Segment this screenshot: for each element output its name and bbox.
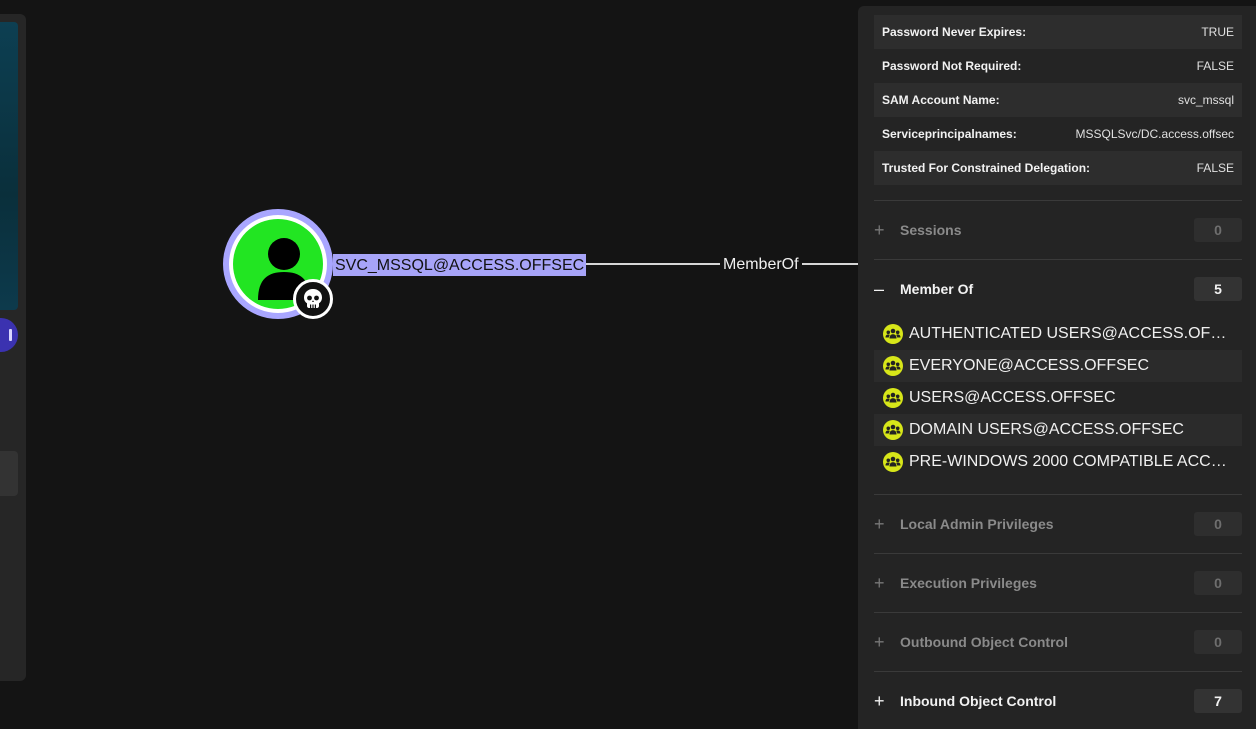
property-value: FALSE: [1196, 59, 1234, 73]
section-local-admin-privileges[interactable]: + Local Admin Privileges 0: [874, 512, 1242, 536]
expand-icon: +: [874, 514, 885, 534]
property-row: Trusted For Constrained Delegation: FALS…: [874, 151, 1242, 185]
section-title: Local Admin Privileges: [900, 516, 1054, 532]
member-of-item[interactable]: PRE-WINDOWS 2000 COMPATIBLE ACCESS@ACCES…: [874, 446, 1242, 478]
property-row: Password Never Expires: TRUE: [874, 15, 1242, 49]
section-title: Outbound Object Control: [900, 634, 1068, 650]
section-title: Execution Privileges: [900, 575, 1037, 591]
section-title: Sessions: [900, 222, 962, 238]
count-badge: 5: [1194, 277, 1242, 301]
member-of-label: DOMAIN USERS@ACCESS.OFFSEC: [909, 421, 1184, 438]
group-icon: [883, 356, 903, 376]
group-icon: [883, 420, 903, 440]
property-key: Trusted For Constrained Delegation:: [882, 161, 1091, 175]
section-title: Inbound Object Control: [900, 693, 1057, 709]
property-key: Serviceprincipalnames:: [882, 127, 1017, 141]
divider: [874, 671, 1242, 672]
section-execution-privileges[interactable]: + Execution Privileges 0: [874, 571, 1242, 595]
group-icon: [883, 388, 903, 408]
expand-icon: +: [874, 220, 885, 240]
expand-icon: +: [874, 573, 885, 593]
property-row: SAM Account Name: svc_mssql: [874, 83, 1242, 117]
count-badge: 7: [1194, 689, 1242, 713]
expand-icon: +: [874, 691, 885, 711]
section-sessions[interactable]: + Sessions 0: [874, 218, 1242, 242]
section-member-of[interactable]: – Member Of 5: [874, 277, 1242, 301]
property-value: svc_mssql: [1177, 93, 1234, 107]
member-of-item[interactable]: EVERYONE@ACCESS.OFFSEC: [874, 350, 1242, 382]
divider: [874, 494, 1242, 495]
search-results-area[interactable]: [0, 22, 18, 310]
member-of-label: AUTHENTICATED USERS@ACCESS.OFFSEC: [909, 325, 1229, 342]
count-badge: 0: [1194, 630, 1242, 654]
node-label[interactable]: SVC_MSSQL@ACCESS.OFFSEC: [333, 254, 587, 276]
count-badge: 0: [1194, 218, 1242, 242]
member-of-label: EVERYONE@ACCESS.OFFSEC: [909, 357, 1149, 374]
member-of-label: USERS@ACCESS.OFFSEC: [909, 389, 1116, 406]
section-title: Member Of: [900, 281, 974, 297]
divider: [874, 259, 1242, 260]
panel-control[interactable]: [0, 451, 18, 496]
property-key: Password Not Required:: [882, 59, 1022, 73]
section-inbound-object-control[interactable]: + Inbound Object Control 7: [874, 689, 1242, 713]
member-of-item[interactable]: DOMAIN USERS@ACCESS.OFFSEC: [874, 414, 1242, 446]
property-key: SAM Account Name:: [882, 93, 1000, 107]
divider: [874, 200, 1242, 201]
property-row: Password Not Required: FALSE: [874, 49, 1242, 83]
property-value: TRUE: [1201, 25, 1234, 39]
skull-icon: [293, 279, 333, 319]
property-value: FALSE: [1196, 161, 1234, 175]
property-row: Serviceprincipalnames: MSSQLSvc/DC.acces…: [874, 117, 1242, 151]
user-node[interactable]: [223, 209, 333, 319]
count-badge: 0: [1194, 512, 1242, 536]
edge-label[interactable]: MemberOf: [720, 255, 802, 275]
property-value: MSSQLSvc/DC.access.offsec: [1075, 127, 1235, 141]
section-outbound-object-control[interactable]: + Outbound Object Control 0: [874, 630, 1242, 654]
group-icon: [883, 324, 903, 344]
expand-icon: +: [874, 632, 885, 652]
count-badge: 0: [1194, 571, 1242, 595]
collapse-icon: –: [874, 279, 885, 299]
divider: [874, 553, 1242, 554]
node-info-panel: Password Never Expires: TRUE Password No…: [858, 6, 1256, 729]
member-of-item[interactable]: USERS@ACCESS.OFFSEC: [874, 382, 1242, 414]
property-key: Password Never Expires:: [882, 25, 1027, 39]
member-of-label: PRE-WINDOWS 2000 COMPATIBLE ACCESS@ACCES…: [909, 453, 1229, 470]
group-icon: [883, 452, 903, 472]
member-of-item[interactable]: AUTHENTICATED USERS@ACCESS.OFFSEC: [874, 318, 1242, 350]
divider: [874, 612, 1242, 613]
